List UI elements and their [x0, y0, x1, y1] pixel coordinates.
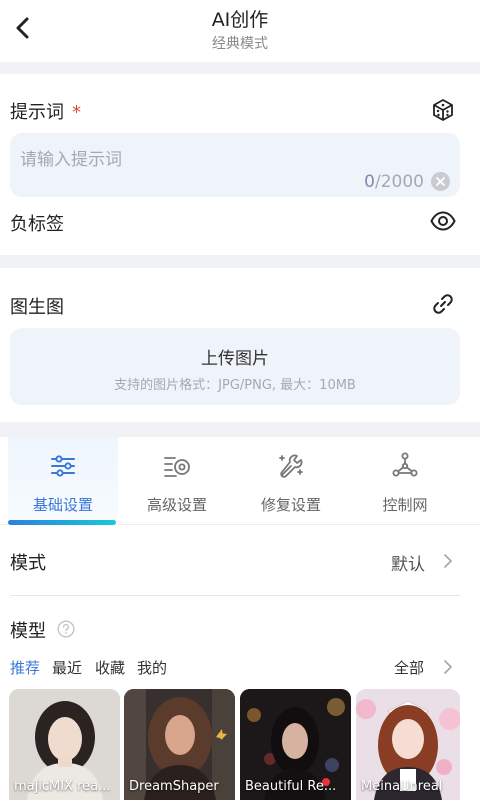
clear-prompt-button[interactable] [431, 172, 450, 191]
model-name: Beautiful Re... [245, 779, 337, 794]
link-image-button[interactable] [428, 289, 458, 319]
model-card[interactable]: Beautiful Re... [240, 689, 351, 800]
sliders-icon [51, 455, 75, 477]
tab-label: 高级设置 [146, 496, 207, 514]
section-divider [0, 255, 480, 268]
prompt-input[interactable]: 请输入提示词 0/2000 [10, 133, 460, 197]
filter-recommended[interactable]: 推荐 [10, 657, 40, 678]
tab-label: 修复设置 [260, 496, 321, 514]
tab-label: 基础设置 [32, 496, 93, 514]
prompt-char-counter: 0/2000 [364, 172, 424, 192]
settings-tabs: 基础设置 高级设置 修复设置 控制网 [0, 437, 480, 525]
model-label: 模型 [10, 621, 46, 642]
filter-recent[interactable]: 最近 [52, 657, 82, 678]
random-prompt-button[interactable] [428, 95, 458, 125]
tab-basic-settings[interactable]: 基础设置 [8, 437, 118, 525]
counter-current: 0 [364, 172, 375, 192]
model-name: DreamShaper [129, 779, 219, 794]
required-mark: * [72, 102, 81, 123]
upload-image-area[interactable]: 上传图片 支持的图片格式：JPG/PNG, 最大：10MB [10, 328, 460, 405]
prompt-label-row: 提示词 * [10, 98, 81, 124]
repair-wrench-icon [279, 454, 303, 478]
mode-value: 默认 [391, 555, 425, 575]
link-icon [433, 294, 453, 314]
help-icon[interactable] [57, 620, 75, 638]
section-divider [0, 62, 480, 74]
prompt-label: 提示词 [10, 102, 64, 123]
controlnet-icon [392, 452, 418, 477]
prompt-placeholder: 请输入提示词 [20, 150, 122, 170]
top-bar: AI创作 经典模式 [0, 0, 480, 62]
toggle-negative-visibility-button[interactable] [428, 206, 458, 236]
page-title: AI创作 [211, 9, 269, 31]
model-name: MeinaUnreal [361, 779, 443, 794]
model-card[interactable]: MeinaUnreal [356, 689, 460, 800]
page-subtitle: 经典模式 [212, 36, 268, 52]
advanced-settings-icon [164, 457, 190, 477]
model-card[interactable]: majicMIX rea... [9, 689, 120, 800]
negative-prompt-label: 负标签 [10, 214, 64, 235]
model-card[interactable]: DreamShaper [124, 689, 235, 800]
row-divider [10, 595, 460, 596]
filter-mine[interactable]: 我的 [137, 657, 167, 678]
chevron-right-icon [444, 660, 452, 674]
chevron-right-icon [444, 554, 452, 568]
section-divider [0, 422, 480, 437]
mode-label: 模式 [10, 553, 46, 574]
filter-favorites[interactable]: 收藏 [95, 657, 125, 678]
tab-label: 控制网 [382, 496, 428, 514]
model-name: majicMIX rea... [14, 779, 111, 794]
counter-max: /2000 [375, 172, 424, 192]
upload-format-hint: 支持的图片格式：JPG/PNG, 最大：10MB [114, 378, 356, 393]
upload-title: 上传图片 [201, 349, 269, 369]
img2img-label: 图生图 [10, 297, 64, 318]
dice-icon [433, 99, 453, 121]
active-tab-indicator [8, 520, 116, 525]
close-icon [436, 177, 445, 186]
all-models-label: 全部 [394, 659, 425, 677]
tab-controlnet[interactable]: 控制网 [350, 437, 460, 525]
tab-repair-settings[interactable]: 修复设置 [236, 437, 346, 525]
eye-icon [430, 211, 456, 231]
tab-advanced-settings[interactable]: 高级设置 [122, 437, 232, 525]
